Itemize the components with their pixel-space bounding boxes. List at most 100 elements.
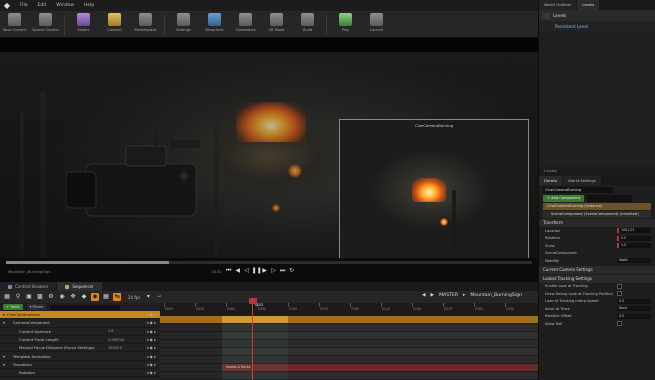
render-movie-icon[interactable]: ▣ xyxy=(25,293,33,301)
settings-button[interactable]: Settings xyxy=(169,13,198,37)
save-sequence-icon[interactable]: ▦ xyxy=(3,293,11,301)
source-control-button[interactable]: Source Control xyxy=(31,13,60,37)
tab-world-outliner[interactable]: World Outliner xyxy=(539,0,577,10)
add-key-icon[interactable]: ◂ ◆ ▸ xyxy=(146,329,156,334)
frame-rate-dropdown[interactable]: 24 fps xyxy=(128,295,140,300)
tab-sequencer[interactable]: Sequencer xyxy=(57,282,102,291)
track-row[interactable]: ▾ CameraComponent ◂ ◆ ▸ xyxy=(0,319,160,328)
track-row[interactable]: ▾ Template Animation ◂ ◆ ▸ xyxy=(0,352,160,361)
timeline-row[interactable] xyxy=(160,348,538,356)
viewport-scrubber[interactable] xyxy=(6,261,532,264)
track-row[interactable]: Rotation ◂ ◆ ▸ xyxy=(0,369,160,378)
playhead-handle[interactable] xyxy=(249,298,257,304)
timeline-row[interactable] xyxy=(160,340,538,348)
track-row[interactable]: ▾ CineCameraActor ◂ ◆ ▸ xyxy=(0,311,160,320)
prop-checkbox[interactable] xyxy=(617,291,622,297)
timeline-ruler[interactable]: 0000 0030 0060 0090 0120 0150 0180 0210 0240 0270… xyxy=(160,303,538,316)
component-search-input[interactable] xyxy=(587,195,633,202)
cinema-camera-model[interactable] xyxy=(66,132,216,232)
actor-name-field[interactable]: CineCameraBurning xyxy=(543,187,613,193)
track-value[interactable]: 4.566744 xyxy=(108,338,124,342)
content-button[interactable]: Content xyxy=(100,13,129,37)
add-track-button[interactable]: + Track xyxy=(3,304,23,310)
step-forward-icon[interactable]: ▷ xyxy=(270,267,278,275)
add-key-icon[interactable]: ◂ ◆ ▸ xyxy=(146,320,156,325)
expand-arrow-icon[interactable]: ▾ xyxy=(3,354,5,359)
prop-value-field[interactable]: 0.0 xyxy=(617,313,651,319)
track-search-input[interactable] xyxy=(50,304,121,310)
track-section[interactable] xyxy=(160,316,538,323)
prop-checkbox[interactable] xyxy=(617,283,622,289)
timeline-area[interactable]: Woods & Rockz xyxy=(160,316,538,380)
menu-window[interactable]: Window xyxy=(51,3,79,8)
camera-cut-icon[interactable]: ▩ xyxy=(36,293,44,301)
timeline-row[interactable] xyxy=(160,372,538,380)
menu-help[interactable]: Help xyxy=(79,3,99,8)
track-row[interactable]: Current Focal Length 4.566744 ◂ ◆ ▸ xyxy=(0,336,160,345)
play-button[interactable]: Play xyxy=(331,13,360,37)
category-transform[interactable]: Transform xyxy=(539,219,655,227)
settings-icon[interactable]: ⚙ xyxy=(47,293,55,301)
play-reverse-icon[interactable]: ◁ xyxy=(243,267,251,275)
save-button[interactable]: Save Current xyxy=(0,13,29,37)
chevron-down-icon[interactable]: ▾ xyxy=(144,293,152,301)
cinematics-button[interactable]: Cinematics xyxy=(231,13,260,37)
component-row-scene[interactable]: SceneComponent (SceneComponent) (Inherit… xyxy=(543,211,651,218)
menu-file[interactable]: File xyxy=(15,3,33,8)
prop-value-field[interactable]: 0.0 xyxy=(617,298,651,304)
tab-details[interactable]: Details xyxy=(539,176,563,185)
add-key-icon[interactable]: ◂ ◆ ▸ xyxy=(146,345,156,350)
blueprints-button[interactable]: Blueprints xyxy=(200,13,229,37)
add-key-icon[interactable]: ◂ ◆ ▸ xyxy=(146,362,156,367)
add-component-button[interactable]: + Add Component xyxy=(543,195,585,202)
vr-mode-button[interactable]: VR Mode xyxy=(262,13,291,37)
playback-range-icon[interactable]: ↹ xyxy=(113,293,121,301)
level-viewport[interactable]: CineCameraBurning FilmbackPreset: 16:9 D… xyxy=(0,38,538,282)
track-row[interactable]: Current Aperture 2.8 ◂ ◆ ▸ xyxy=(0,328,160,336)
tab-world-settings[interactable]: World Settings xyxy=(563,176,601,185)
expand-arrow-icon[interactable]: ▾ xyxy=(3,320,5,325)
add-key-icon[interactable]: ◂ ◆ ▸ xyxy=(146,312,156,317)
jump-end-icon[interactable]: ⏭ xyxy=(279,267,287,275)
levels-dropdown-button[interactable] xyxy=(543,12,550,19)
track-row[interactable]: ▾ Transform ◂ ◆ ▸ xyxy=(0,361,160,370)
key-icon[interactable]: ◆ xyxy=(80,293,88,301)
mobility-value[interactable]: Static xyxy=(617,258,651,264)
filters-button[interactable]: ▾ Filters xyxy=(26,304,47,310)
camera-preview-pip[interactable]: CineCameraBurning FilmbackPreset: 16:9 D… xyxy=(339,119,529,267)
build-button[interactable]: Build xyxy=(293,13,322,37)
timeline-row[interactable] xyxy=(160,316,538,324)
play-forward-icon[interactable]: ▶ xyxy=(261,267,269,275)
launch-button[interactable]: Launch xyxy=(362,13,391,37)
add-key-icon[interactable]: ◂ ◆ ▸ xyxy=(146,337,156,342)
auto-key-icon[interactable]: ◉ xyxy=(91,293,99,301)
jump-start-icon[interactable]: ⏮ xyxy=(225,267,233,275)
tab-levels[interactable]: Levels xyxy=(577,0,600,10)
add-key-icon[interactable]: ◂ ◆ ▸ xyxy=(146,370,156,375)
track-value[interactable]: 10000.0 xyxy=(108,346,122,350)
breadcrumb-master[interactable]: MASTER xyxy=(439,293,458,298)
timeline-row[interactable] xyxy=(160,324,538,332)
prop-value-field[interactable]: 1.0 xyxy=(617,243,651,249)
modes-button[interactable]: Modes xyxy=(69,13,98,37)
prop-value-field[interactable]: 0.0 xyxy=(617,235,651,241)
menu-edit[interactable]: Edit xyxy=(33,3,52,8)
prop-value-field[interactable]: None xyxy=(617,306,651,312)
timeline-row[interactable]: Woods & Rockz xyxy=(160,364,538,372)
track-row[interactable]: Manual Focus Distance (Focus Settings) 10… xyxy=(0,344,160,353)
step-back-icon[interactable]: ◀ xyxy=(234,267,242,275)
eye-icon[interactable]: ◉ xyxy=(58,293,66,301)
category-current-camera[interactable]: Current Camera Settings xyxy=(539,265,655,274)
loop-icon[interactable]: ↻ xyxy=(288,267,296,275)
back-arrow-icon[interactable]: ◀ xyxy=(422,293,426,298)
transform-icon[interactable]: ✥ xyxy=(69,293,77,301)
tab-content-browser[interactable]: Content Browser xyxy=(0,282,57,291)
component-row-instance[interactable]: CineCameraBurning (Instance) xyxy=(543,203,651,210)
playhead[interactable] xyxy=(252,298,253,380)
expand-arrow-icon[interactable]: ▾ xyxy=(3,362,5,367)
timeline-row[interactable] xyxy=(160,356,538,364)
snap-icon[interactable]: ▦ xyxy=(102,293,110,301)
breadcrumb-shot[interactable]: Mountain_BurningSign xyxy=(470,293,522,298)
search-icon[interactable]: ⚲ xyxy=(14,293,22,301)
category-lookat-tracking[interactable]: Lookat Tracking Settings xyxy=(539,274,655,283)
